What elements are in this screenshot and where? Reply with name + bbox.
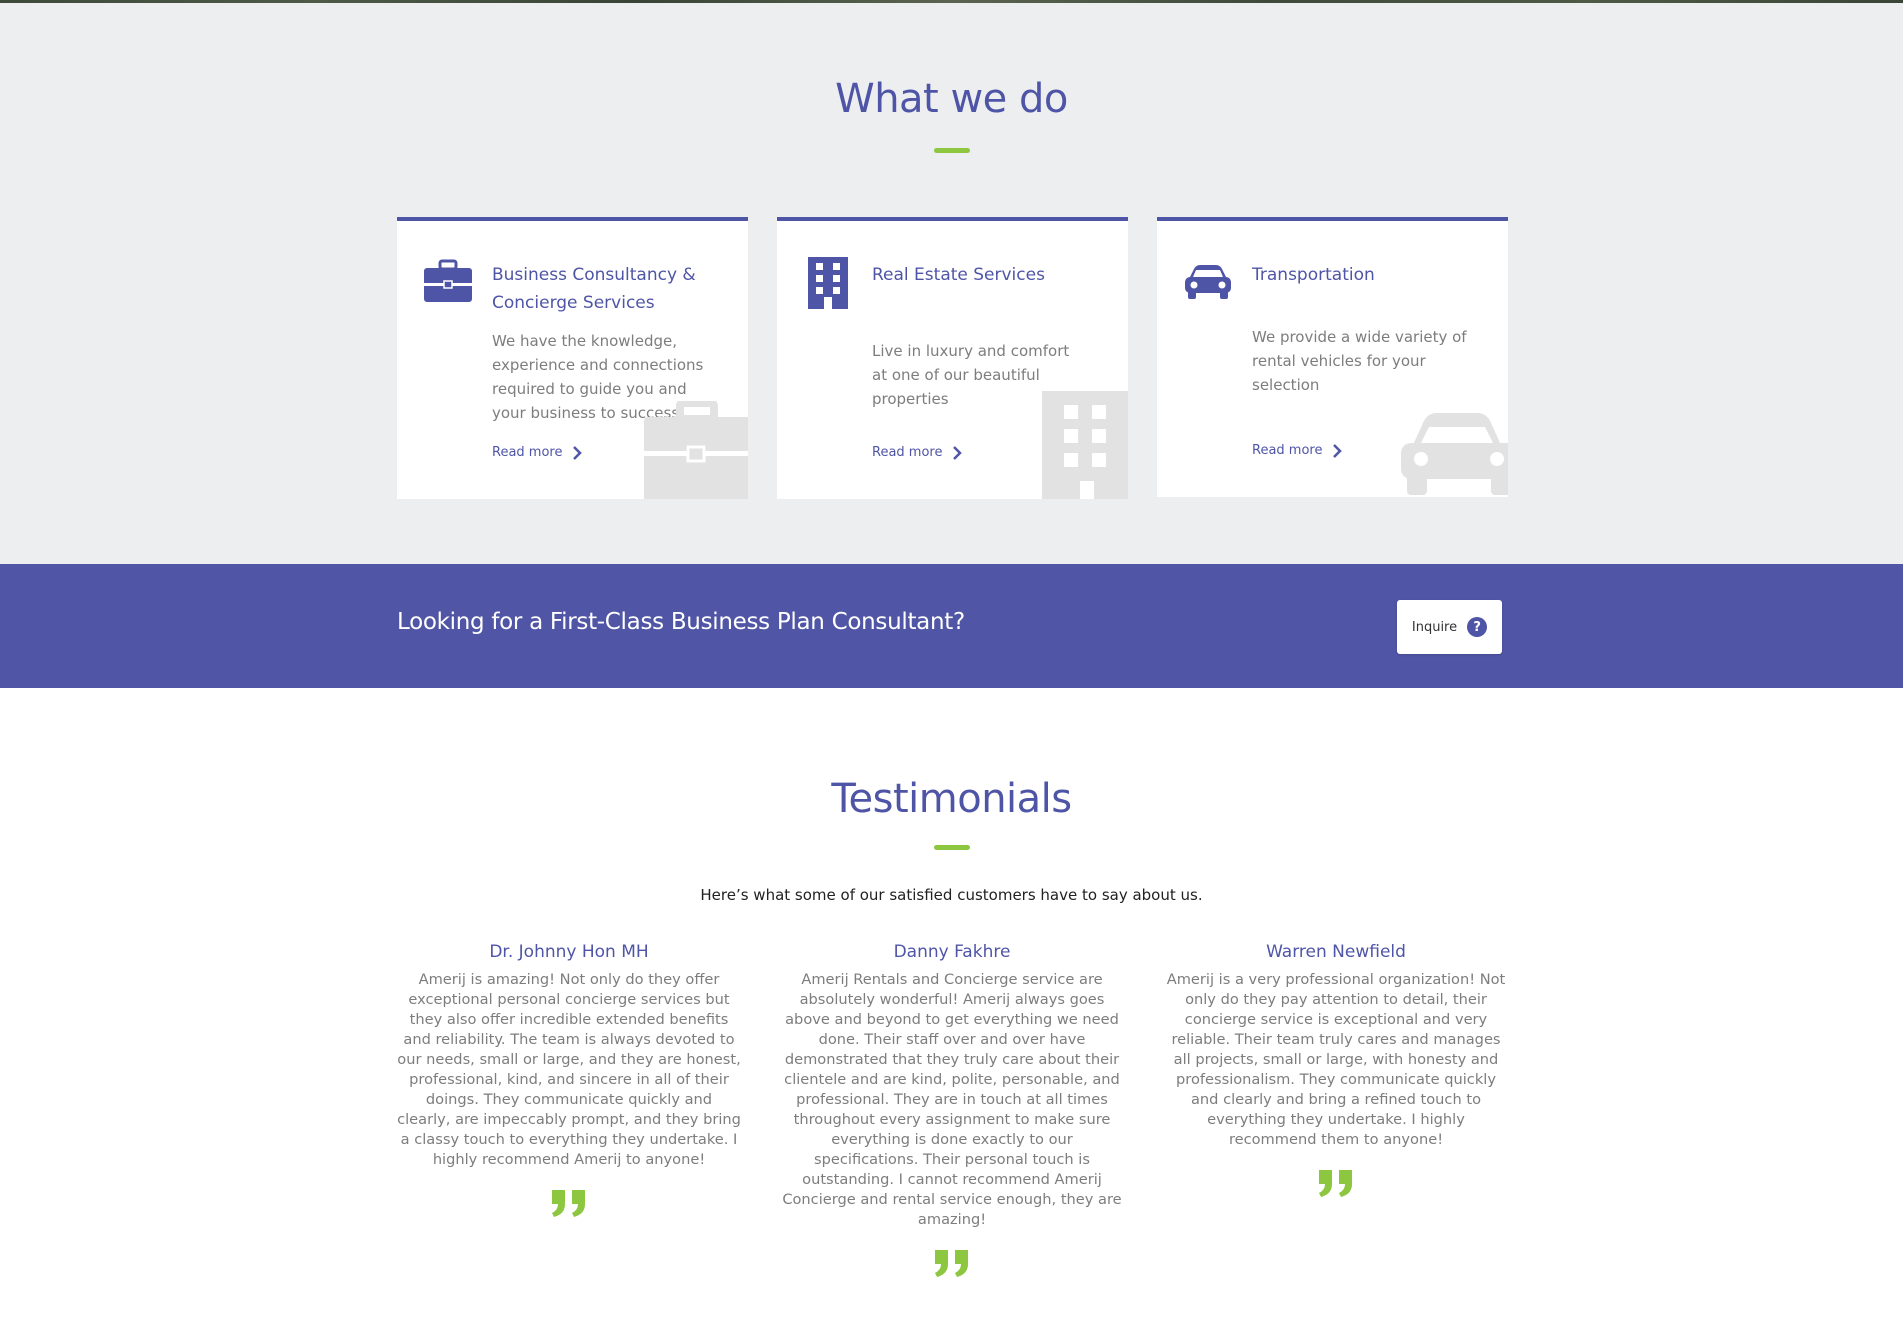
testimonial-author: Danny Fakhre xyxy=(893,942,1011,962)
service-card-business: Business Consultancy & Concierge Service… xyxy=(397,217,748,499)
section-title-testimonials: Testimonials xyxy=(831,776,1072,822)
testimonials-intro: Here’s what some of our satisfied custom… xyxy=(700,886,1203,904)
testimonial-author: Warren Newfield xyxy=(1266,942,1406,962)
inquire-button[interactable]: Inquire ? xyxy=(1397,600,1502,654)
building-watermark-icon xyxy=(1042,391,1128,499)
question-circle-icon: ? xyxy=(1467,617,1488,637)
title-underline xyxy=(933,845,970,850)
testimonial-item: Warren Newfield Amerij is a very profess… xyxy=(1164,942,1508,1198)
testimonials-section: Testimonials Here’s what some of our sat… xyxy=(0,688,1903,1340)
quote-icon xyxy=(1164,1168,1508,1198)
quote-icon xyxy=(780,1248,1124,1278)
inquire-button-label: Inquire xyxy=(1411,619,1458,635)
service-card-real-estate: Real Estate Services Live in luxury and … xyxy=(777,217,1128,499)
read-more-label: Read more xyxy=(1252,443,1323,458)
read-more-link[interactable]: Read more xyxy=(1252,443,1343,458)
briefcase-watermark-icon xyxy=(644,401,748,499)
card-text: We provide a wide variety of rental vehi… xyxy=(1252,328,1467,394)
testimonial-text: Amerij Rentals and Concierge service are… xyxy=(782,971,1122,1228)
read-more-label: Read more xyxy=(492,445,563,460)
chevron-right-icon xyxy=(573,445,583,460)
card-title: Transportation xyxy=(1252,265,1375,285)
what-we-do-section: What we do Business Consultancy & Concie… xyxy=(0,3,1903,564)
read-more-link[interactable]: Read more xyxy=(872,445,963,460)
testimonial-item: Danny Fakhre Amerij Rentals and Concierg… xyxy=(780,942,1124,1278)
quote-icon xyxy=(397,1188,741,1218)
cta-band: Looking for a First-Class Business Plan … xyxy=(0,564,1903,688)
testimonial-text: Amerij is amazing! Not only do they offe… xyxy=(397,971,741,1168)
read-more-link[interactable]: Read more xyxy=(492,445,583,460)
card-title: Business Consultancy & Concierge Service… xyxy=(492,265,696,313)
cta-headline: Looking for a First-Class Business Plan … xyxy=(397,609,965,635)
read-more-label: Read more xyxy=(872,445,943,460)
title-underline xyxy=(933,148,970,153)
chevron-right-icon xyxy=(953,445,963,460)
building-icon xyxy=(808,257,848,309)
car-watermark-icon xyxy=(1401,413,1508,495)
section-title-what-we-do: What we do xyxy=(835,76,1068,122)
briefcase-icon xyxy=(424,259,472,302)
chevron-right-icon xyxy=(1333,443,1343,458)
car-icon xyxy=(1185,265,1231,299)
testimonial-author: Dr. Johnny Hon MH xyxy=(489,942,649,962)
testimonial-item: Dr. Johnny Hon MH Amerij is amazing! Not… xyxy=(397,942,741,1218)
testimonial-text: Amerij is a very professional organizati… xyxy=(1166,971,1506,1148)
service-card-transportation: Transportation We provide a wide variety… xyxy=(1157,217,1508,497)
card-title: Real Estate Services xyxy=(872,265,1045,285)
